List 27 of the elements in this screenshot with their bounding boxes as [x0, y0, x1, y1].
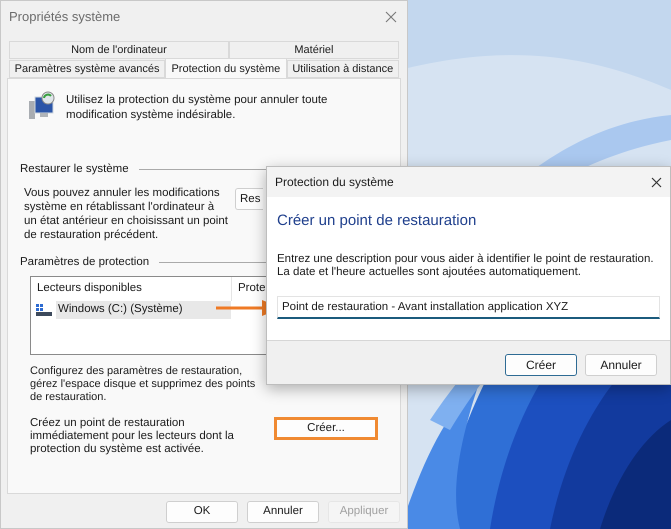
tab[interactable]: Paramètres système avancés [9, 60, 166, 78]
intro-text: Utilisez la protection du système pour annuler toute modification système indésirable. [66, 93, 328, 123]
create-text: Créez un point de restauration immédiatement pour les lecteurs dont la protection du système est activée. [30, 416, 235, 456]
description-text: Entrez une description pour vous aider à identifier le point de restauration. La date et l'heure actuelles sont ajoutées automatiquement. [277, 252, 655, 278]
create-button[interactable]: Créer... [274, 416, 378, 440]
dialog-button[interactable]: Annuler [585, 354, 657, 376]
tab[interactable]: Protection du système [165, 58, 287, 79]
computer-icon [28, 91, 56, 121]
section-heading: Paramètres de protection [20, 255, 150, 270]
column-header[interactable]: Lecteurs disponibles [31, 276, 231, 300]
section-heading: Restaurer le système [20, 162, 129, 177]
dialog-title: Protection du système [275, 174, 394, 191]
dialog-button[interactable]: Annuler [247, 501, 319, 523]
tab[interactable]: Matériel [228, 41, 399, 59]
input-field[interactable]: Point de restauration - Avant installation application XYZ [277, 296, 660, 318]
tab[interactable]: Nom de l'ordinateur [9, 41, 229, 59]
close-icon[interactable] [651, 176, 662, 188]
window-title: Propriétés système [9, 8, 120, 26]
table-cell[interactable]: Windows (C:) (Système) [56, 300, 231, 318]
tab[interactable]: Utilisation à distance [286, 60, 399, 78]
restore-text: Vous pouvez annuler les modifications système en rétablissant l'ordinateur à un état antérieur en choisissant un point de restauration précédent. [24, 186, 229, 242]
dialog-button[interactable]: OK [166, 501, 238, 523]
restore-button[interactable]: Res [235, 188, 263, 210]
dialog-button[interactable]: Créer [505, 354, 577, 376]
dialog-heading: Créer un point de restauration [277, 211, 478, 231]
configure-text: Configurez des paramètres de restauration, gérez l'espace disque et supprimez des points de restauration. [30, 364, 256, 404]
drive-icon [35, 302, 53, 316]
